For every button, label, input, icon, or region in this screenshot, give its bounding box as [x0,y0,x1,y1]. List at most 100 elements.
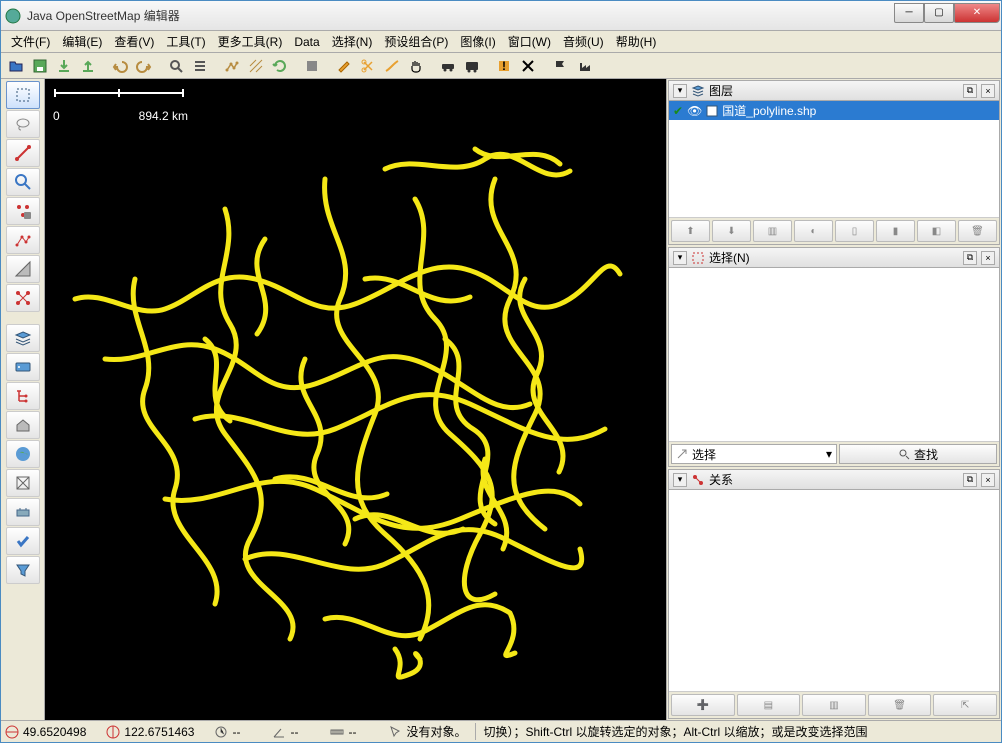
dock-icon[interactable]: ⧉ [963,251,977,265]
layer-merge-button[interactable]: ▯ [835,220,874,242]
eye-icon[interactable]: 👁 [687,104,702,118]
find-button[interactable]: 查找 [839,444,997,464]
relation-edit-button[interactable]: ▤ [737,694,801,716]
upload-icon[interactable] [77,55,99,77]
relations-panel-title: 关系 [709,471,733,488]
layer-down-button[interactable]: ⬇ [712,220,751,242]
list-icon[interactable] [189,55,211,77]
layer-activate-button[interactable]: ◧ [917,220,956,242]
zoom-icon[interactable] [6,168,40,196]
wireframe-icon[interactable] [221,55,243,77]
layers-icon[interactable] [6,324,40,352]
relations-panel: ▾ 关系 ⧉ × ➕ ▤ ▥ 🗑 ⇱ [668,469,1000,719]
lasso-icon[interactable] [6,110,40,138]
menu-file[interactable]: 文件(F) [5,31,56,52]
lat-icon [5,725,19,739]
menu-imagery[interactable]: 图像(I) [454,31,501,52]
warning-icon[interactable]: ! [493,55,515,77]
download-icon[interactable] [53,55,75,77]
menu-window[interactable]: 窗口(W) [502,31,557,52]
refresh-icon[interactable] [269,55,291,77]
select-mode-icon[interactable] [6,81,40,109]
tags-icon[interactable] [6,353,40,381]
layers-panel-title: 图层 [709,82,733,99]
collapse-icon[interactable]: ▾ [673,251,687,265]
open-icon[interactable] [5,55,27,77]
search-icon[interactable] [165,55,187,77]
draw-icon[interactable] [333,55,355,77]
window-title: Java OpenStreetMap 编辑器 [27,7,894,24]
line-icon[interactable] [6,139,40,167]
selection-combo[interactable]: 选择 ▾ [671,444,837,464]
nodes-icon[interactable] [6,226,40,254]
menu-help[interactable]: 帮助(H) [610,31,663,52]
earth-icon[interactable] [6,440,40,468]
menu-data[interactable]: Data [288,33,325,51]
relation-delete-button[interactable]: 🗑 [868,694,932,716]
relation-add-button[interactable]: ➕ [671,694,735,716]
relation-duplicate-button[interactable]: ▥ [802,694,866,716]
bus-icon[interactable] [461,55,483,77]
title-bar: Java OpenStreetMap 编辑器 ─ ▢ ✕ [1,1,1001,31]
dock-icon[interactable]: ⧉ [963,473,977,487]
collapse-icon[interactable]: ▾ [673,84,687,98]
main-toolbar: ! [1,53,1001,79]
layer-duplicate-button[interactable]: ▥ [753,220,792,242]
map-polylines [45,79,645,699]
measure-icon[interactable] [6,255,40,283]
align-icon[interactable] [6,498,40,526]
chevron-down-icon: ▾ [826,447,832,461]
filter-icon[interactable] [6,469,40,497]
relations-panel-icon [691,473,705,487]
connect-icon[interactable] [6,284,40,312]
hatch-icon[interactable] [245,55,267,77]
scissors-icon[interactable] [357,55,379,77]
menu-tools[interactable]: 工具(T) [160,31,211,52]
delete-icon[interactable] [517,55,539,77]
layer-mergedown-button[interactable]: ▮ [876,220,915,242]
panel-close-icon[interactable]: × [981,84,995,98]
dock-icon[interactable]: ⧉ [963,84,977,98]
tree-icon[interactable] [6,382,40,410]
menu-edit[interactable]: 编辑(E) [56,31,108,52]
delete-node-icon[interactable] [6,197,40,225]
house-icon[interactable] [6,411,40,439]
selection-panel-title: 选择(N) [709,249,750,266]
map-canvas[interactable]: 0 894.2 km [45,79,666,720]
longitude-value: 122.6751463 [124,725,194,739]
relation-select-button[interactable]: ⇱ [933,694,997,716]
selection-list [669,268,999,441]
way-icon[interactable] [381,55,403,77]
factory-icon[interactable] [573,55,595,77]
menu-bar: 文件(F) 编辑(E) 查看(V) 工具(T) 更多工具(R) Data 选择(… [1,31,1001,53]
relations-list [669,490,999,691]
menu-more-tools[interactable]: 更多工具(R) [212,31,289,52]
check-icon: ✔ [673,104,683,118]
redo-icon[interactable] [133,55,155,77]
selection-panel-icon [691,251,705,265]
undo-icon[interactable] [109,55,131,77]
maximize-button[interactable]: ▢ [924,3,954,23]
stop-icon[interactable] [301,55,323,77]
menu-audio[interactable]: 音频(U) [557,31,610,52]
validate-icon[interactable] [6,527,40,555]
save-icon[interactable] [29,55,51,77]
menu-view[interactable]: 查看(V) [108,31,160,52]
minimize-button[interactable]: ─ [894,3,924,23]
layer-delete-button[interactable]: 🗑 [958,220,997,242]
grab-icon[interactable] [405,55,427,77]
menu-selection[interactable]: 选择(N) [326,31,379,52]
menu-presets[interactable]: 预设组合(P) [378,31,454,52]
panel-close-icon[interactable]: × [981,473,995,487]
flag-icon[interactable] [549,55,571,77]
layer-visibility-button[interactable]: ◐ [794,220,833,242]
close-button[interactable]: ✕ [954,3,1000,23]
car-icon[interactable] [437,55,459,77]
heading-icon [214,725,228,739]
layer-up-button[interactable]: ⬆ [671,220,710,242]
funnel-icon[interactable] [6,556,40,584]
panel-close-icon[interactable]: × [981,251,995,265]
left-toolbar [1,79,45,720]
layer-item[interactable]: ✔ 👁 国道_polyline.shp [669,101,999,120]
collapse-icon[interactable]: ▾ [673,473,687,487]
